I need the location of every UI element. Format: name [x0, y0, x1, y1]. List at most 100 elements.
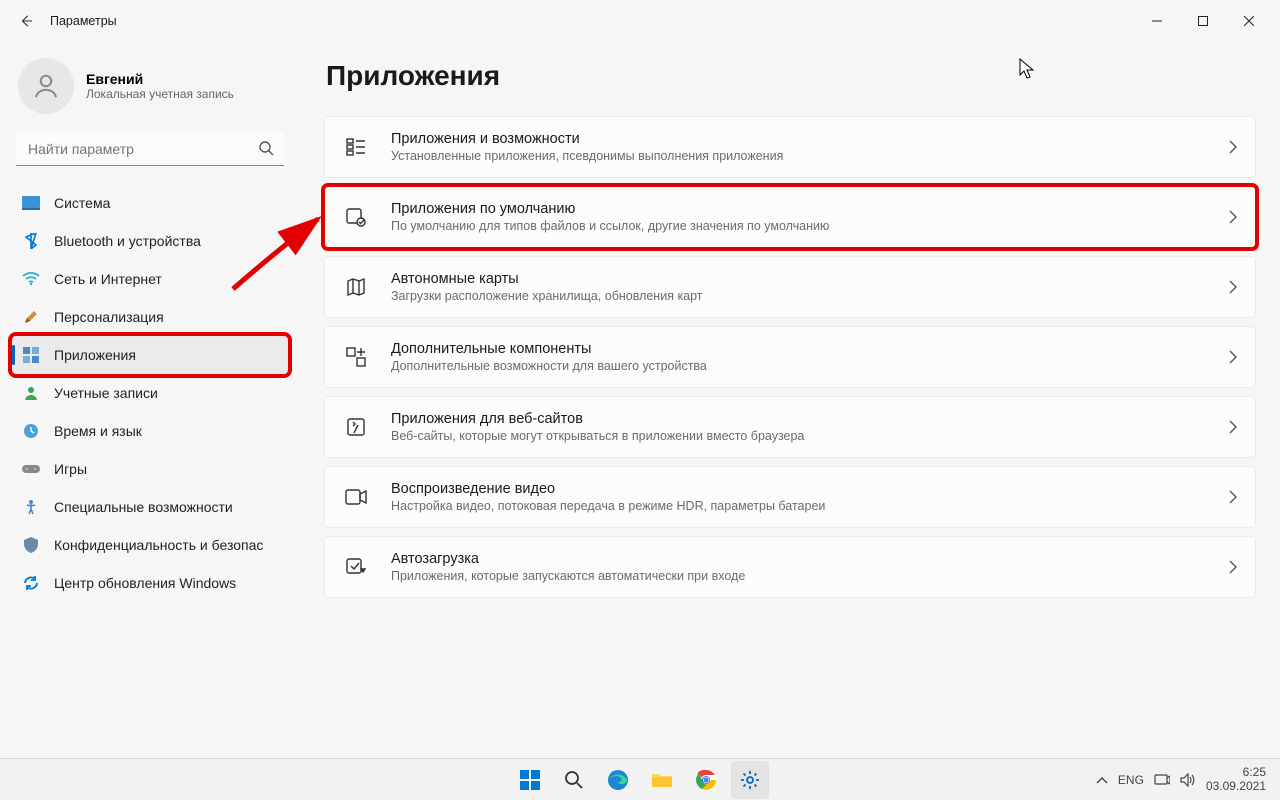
person-icon [31, 71, 61, 101]
nav-label: Центр обновления Windows [54, 575, 236, 591]
card-title: Приложения по умолчанию [391, 201, 1229, 217]
nav-label: Время и язык [54, 423, 142, 439]
card-title: Дополнительные компоненты [391, 341, 1229, 357]
nav-apps[interactable]: Приложения [12, 336, 288, 374]
taskbar-edge[interactable] [599, 761, 637, 799]
chevron-right-icon [1229, 490, 1237, 504]
chevron-right-icon [1229, 280, 1237, 294]
tray-volume-icon[interactable] [1180, 773, 1196, 787]
card-default-apps[interactable]: Приложения по умолчанию По умолчанию для … [324, 186, 1256, 248]
update-icon [22, 574, 40, 592]
chevron-right-icon [1229, 420, 1237, 434]
nav-label: Bluetooth и устройства [54, 233, 201, 249]
nav-time-language[interactable]: Время и язык [12, 412, 288, 450]
user-subtitle: Локальная учетная запись [86, 87, 234, 101]
card-video-playback[interactable]: Воспроизведение видео Настройка видео, по… [324, 466, 1256, 528]
card-title: Автономные карты [391, 271, 1229, 287]
bluetooth-icon [22, 232, 40, 250]
maps-icon [343, 274, 369, 300]
taskbar-search[interactable] [555, 761, 593, 799]
card-apps-for-websites[interactable]: Приложения для веб-сайтов Веб-сайты, кото… [324, 396, 1256, 458]
nav-label: Персонализация [54, 309, 164, 325]
nav-label: Конфиденциальность и безопас [54, 537, 263, 553]
search-input[interactable] [16, 132, 284, 166]
close-button[interactable] [1226, 5, 1272, 37]
tray-clock[interactable]: 6:25 03.09.2021 [1206, 766, 1266, 794]
wifi-icon [22, 270, 40, 288]
tray-date: 03.09.2021 [1206, 780, 1266, 794]
search-icon [258, 140, 274, 156]
maximize-icon [1198, 16, 1208, 26]
apps-features-icon [343, 134, 369, 160]
taskbar-explorer[interactable] [643, 761, 681, 799]
card-subtitle: Приложения, которые запускаются автомати… [391, 569, 1229, 583]
back-button[interactable] [8, 3, 44, 39]
nav-windows-update[interactable]: Центр обновления Windows [12, 564, 288, 602]
nav-accounts[interactable]: Учетные записи [12, 374, 288, 412]
websites-icon [343, 414, 369, 440]
card-optional-features[interactable]: Дополнительные компоненты Дополнительные … [324, 326, 1256, 388]
tray-network-icon[interactable] [1154, 773, 1170, 787]
card-startup[interactable]: Автозагрузка Приложения, которые запускаю… [324, 536, 1256, 598]
card-subtitle: Установленные приложения, псевдонимы вып… [391, 149, 1229, 163]
avatar [18, 58, 74, 114]
minimize-button[interactable] [1134, 5, 1180, 37]
card-apps-features[interactable]: Приложения и возможности Установленные пр… [324, 116, 1256, 178]
taskbar-settings[interactable] [731, 761, 769, 799]
chevron-right-icon [1229, 350, 1237, 364]
nav-label: Учетные записи [54, 385, 158, 401]
accessibility-icon [22, 498, 40, 516]
startup-icon [343, 554, 369, 580]
chevron-right-icon [1229, 560, 1237, 574]
chevron-right-icon [1229, 140, 1237, 154]
start-button[interactable] [511, 761, 549, 799]
apps-icon [22, 346, 40, 364]
card-title: Автозагрузка [391, 551, 1229, 567]
nav-label: Система [54, 195, 110, 211]
user-name: Евгений [86, 71, 234, 87]
default-apps-icon [343, 204, 369, 230]
card-subtitle: Настройка видео, потоковая передача в ре… [391, 499, 1229, 513]
card-subtitle: Загрузки расположение хранилища, обновле… [391, 289, 1229, 303]
user-profile[interactable]: Евгений Локальная учетная запись [12, 52, 288, 132]
system-icon [22, 194, 40, 212]
search-box[interactable] [16, 132, 284, 166]
minimize-icon [1152, 16, 1162, 26]
nav-label: Сеть и Интернет [54, 271, 162, 287]
nav-label: Игры [54, 461, 87, 477]
nav-network[interactable]: Сеть и Интернет [12, 260, 288, 298]
nav-system[interactable]: Система [12, 184, 288, 222]
card-subtitle: Веб-сайты, которые могут открываться в п… [391, 429, 1229, 443]
sidebar: Евгений Локальная учетная запись Система… [0, 42, 300, 758]
card-title: Приложения и возможности [391, 131, 1229, 147]
nav-label: Приложения [54, 347, 136, 363]
arrow-left-icon [19, 14, 33, 28]
privacy-icon [22, 536, 40, 554]
video-icon [343, 484, 369, 510]
tray-time: 6:25 [1206, 766, 1266, 780]
nav-gaming[interactable]: Игры [12, 450, 288, 488]
maximize-button[interactable] [1180, 5, 1226, 37]
nav-bluetooth[interactable]: Bluetooth и устройства [12, 222, 288, 260]
card-subtitle: По умолчанию для типов файлов и ссылок, … [391, 219, 1229, 233]
time-icon [22, 422, 40, 440]
window-title: Параметры [50, 14, 117, 28]
accounts-icon [22, 384, 40, 402]
card-offline-maps[interactable]: Автономные карты Загрузки расположение хр… [324, 256, 1256, 318]
nav-personalization[interactable]: Персонализация [12, 298, 288, 336]
taskbar: ENG 6:25 03.09.2021 [0, 758, 1280, 800]
card-title: Приложения для веб-сайтов [391, 411, 1229, 427]
personalize-icon [22, 308, 40, 326]
nav-accessibility[interactable]: Специальные возможности [12, 488, 288, 526]
card-title: Воспроизведение видео [391, 481, 1229, 497]
gaming-icon [22, 460, 40, 478]
tray-chevron-icon[interactable] [1096, 776, 1108, 784]
nav-list: Система Bluetooth и устройства Сеть и Ин… [12, 184, 288, 602]
taskbar-chrome[interactable] [687, 761, 725, 799]
card-subtitle: Дополнительные возможности для вашего ус… [391, 359, 1229, 373]
nav-privacy[interactable]: Конфиденциальность и безопас [12, 526, 288, 564]
tray-language[interactable]: ENG [1118, 773, 1144, 787]
nav-label: Специальные возможности [54, 499, 233, 515]
close-icon [1244, 16, 1254, 26]
optional-features-icon [343, 344, 369, 370]
